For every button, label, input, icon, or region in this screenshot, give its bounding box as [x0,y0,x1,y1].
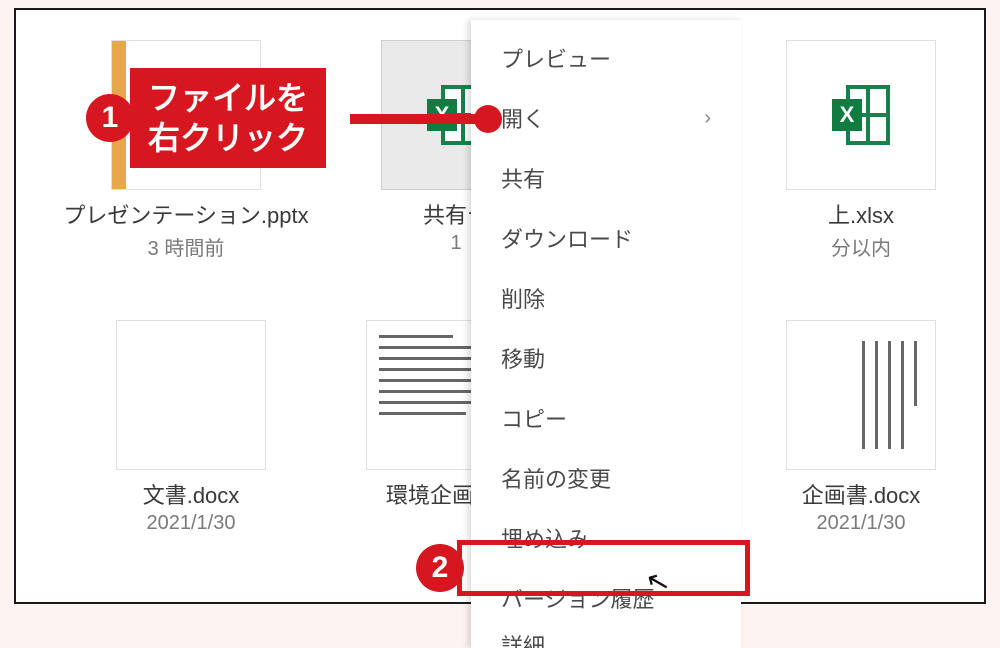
ctx-item-embed[interactable]: 埋め込み [471,508,741,568]
ctx-item-version-history[interactable]: バージョン履歴 [471,568,741,628]
app-frame: プレゼンテーション.pptx 3 時間前 X 共有テ 1 X 上.xlsx [14,8,986,604]
annotation-callout-1: 1 ファイルを 右クリック [86,68,326,168]
file-name: 企画書.docx [751,478,971,510]
file-name: プレゼンテーション.pptx [56,198,316,230]
file-thumbnail-docx [116,320,266,470]
file-item[interactable]: 文書.docx 2021/1/30 [91,320,291,535]
annotation-label: ファイルを 右クリック [130,68,326,168]
file-time: 2021/1/30 [751,512,971,535]
ctx-item-details[interactable]: 詳細 [471,628,741,648]
ctx-item-delete[interactable]: 削除 [471,268,741,328]
file-name: 上.xlsx [751,198,971,230]
ctx-item-download[interactable]: ダウンロード [471,208,741,268]
annotation-number-badge-2: 2 [416,544,464,592]
annotation-arrow-dot [474,105,502,133]
ctx-item-move[interactable]: 移動 [471,328,741,388]
ctx-item-open[interactable]: 開く › [471,88,741,148]
context-menu: プレビュー 開く › 共有 ダウンロード 削除 移動 コピー 名前の変更 埋め込… [471,20,741,648]
ctx-item-share[interactable]: 共有 [471,148,741,208]
file-time: 分以内 [751,232,971,261]
ctx-item-copy[interactable]: コピー [471,388,741,448]
file-thumbnail-docx [786,320,936,470]
chevron-right-icon: › [704,107,711,130]
annotation-arrow-line [350,114,480,124]
file-time: 3 時間前 [56,232,316,261]
ctx-item-rename[interactable]: 名前の変更 [471,448,741,508]
ctx-item-preview[interactable]: プレビュー [471,28,741,88]
annotation-number-badge: 1 [86,94,134,142]
file-name: 文書.docx [91,478,291,510]
file-time: 2021/1/30 [91,512,291,535]
file-item[interactable]: X 上.xlsx 分以内 [751,40,971,261]
xlsx-icon: X [832,85,890,145]
file-item[interactable]: 企画書.docx 2021/1/30 [751,320,971,535]
file-thumbnail-xlsx: X [786,40,936,190]
